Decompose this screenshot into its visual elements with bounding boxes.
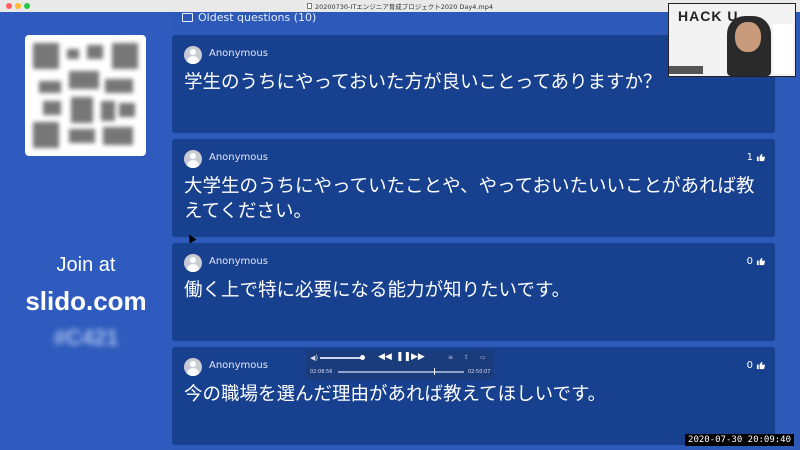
minimize-window-button[interactable] <box>15 3 21 9</box>
question-card[interactable]: Anonymous 0 働く上で特に必要になる能力が知りたいです。 <box>172 243 775 341</box>
question-author: Anonymous <box>209 48 268 59</box>
volume-knob[interactable] <box>360 355 365 360</box>
name-card <box>773 24 793 74</box>
like-button[interactable]: 0 <box>747 360 765 371</box>
like-button[interactable]: 0 <box>747 256 765 267</box>
close-window-button[interactable] <box>6 3 12 9</box>
questions-header[interactable]: Oldest questions (10) <box>182 10 316 24</box>
avatar-icon <box>184 150 202 168</box>
progress-handle[interactable] <box>433 368 436 375</box>
thumbs-up-icon <box>756 361 765 370</box>
question-author: Anonymous <box>209 152 268 163</box>
fast-forward-icon[interactable]: ▶▶ <box>411 352 425 362</box>
thumbs-up-icon <box>756 153 765 162</box>
like-button[interactable]: 1 <box>747 152 765 163</box>
volume-icon[interactable]: ◀) <box>310 354 318 362</box>
chat-icon <box>182 12 193 22</box>
thumbs-up-icon <box>756 257 765 266</box>
total-time: 02:50:07 <box>468 369 491 375</box>
pause-icon[interactable]: ❚❚ <box>396 352 411 362</box>
document-icon <box>306 3 312 9</box>
webcam-logo: HACK U <box>678 8 739 24</box>
recording-timestamp: 2020-07-30 20:09:40 <box>685 434 794 446</box>
playlist-icon[interactable]: ≡ <box>448 354 453 361</box>
progress-track[interactable] <box>338 371 464 373</box>
window-title: 20200730-ITエンジニア育成プロジェクト2020 Day4.mp4 <box>314 3 494 11</box>
pip-icon[interactable]: ▭ <box>480 354 486 361</box>
question-text: 働く上で特に必要になる能力が知りたいです。 <box>184 280 571 301</box>
question-author: Anonymous <box>209 256 268 267</box>
avatar-icon <box>184 358 202 376</box>
video-player-controls[interactable]: ◀) ◀◀ ❚❚ ▶▶ ≡ ⇪ ▭ 02:08:56 02:50:07 <box>306 350 494 380</box>
left-panel: Join at slido.com #C421 <box>0 12 172 450</box>
questions-panel: Oldest questions (10) Anonymous 学生のうちにやっ… <box>172 10 800 450</box>
like-count: 0 <box>746 360 753 371</box>
avatar-icon <box>184 254 202 272</box>
webcam-overlay: HACK U <box>668 3 796 77</box>
event-code: #C421 <box>53 325 119 350</box>
question-author: Anonymous <box>209 360 268 371</box>
like-count: 0 <box>746 256 753 267</box>
question-text: 今の職場を選んだ理由があれば教えてほしいです。 <box>184 384 607 405</box>
like-count: 1 <box>746 152 753 163</box>
qr-code <box>25 35 146 156</box>
avatar-icon <box>184 46 202 64</box>
questions-header-label: Oldest questions (10) <box>198 10 317 24</box>
zoom-window-button[interactable] <box>24 3 30 9</box>
question-card[interactable]: Anonymous 1 大学生のうちにやっていたことや、やっておいたいいことがあ… <box>172 139 775 237</box>
question-text: 大学生のうちにやっていたことや、やっておいたいいことがあれば教えてください。 <box>184 176 755 222</box>
join-site[interactable]: slido.com <box>0 286 172 317</box>
rewind-icon[interactable]: ◀◀ <box>378 352 392 362</box>
elapsed-time: 02:08:56 <box>310 369 333 375</box>
share-icon[interactable]: ⇪ <box>464 354 469 361</box>
volume-slider[interactable] <box>320 357 364 359</box>
join-label: Join at <box>56 254 116 276</box>
